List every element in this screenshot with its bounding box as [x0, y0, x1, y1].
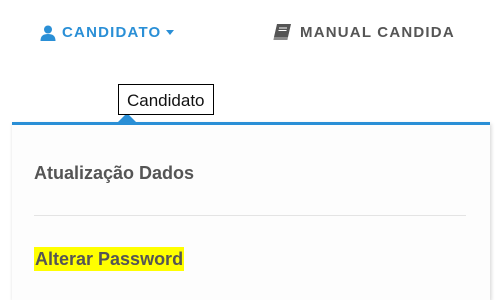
user-icon: [40, 25, 56, 41]
menu-divider: [34, 215, 466, 216]
menu-item-label-highlighted: Alterar Password: [34, 247, 185, 271]
tooltip: Candidato: [118, 84, 214, 115]
nav-candidato-label: CANDIDATO: [62, 24, 162, 41]
menu-item-label: Atualização Dados: [34, 163, 195, 183]
nav-manual-label: MANUAL CANDIDA: [300, 24, 455, 41]
menu-item-alterar-password[interactable]: Alterar Password: [34, 247, 185, 271]
nav-manual-link[interactable]: MANUAL CANDIDA: [272, 24, 455, 41]
top-navigation: CANDIDATO MANUAL CANDIDA: [0, 0, 502, 68]
candidato-dropdown-menu: Atualização Dados Alterar Password: [12, 122, 490, 300]
menu-item-atualizacao-dados[interactable]: Atualização Dados: [34, 163, 194, 184]
nav-candidato-menu[interactable]: CANDIDATO: [40, 24, 175, 41]
book-icon: [272, 24, 292, 41]
chevron-down-icon: [166, 30, 175, 35]
